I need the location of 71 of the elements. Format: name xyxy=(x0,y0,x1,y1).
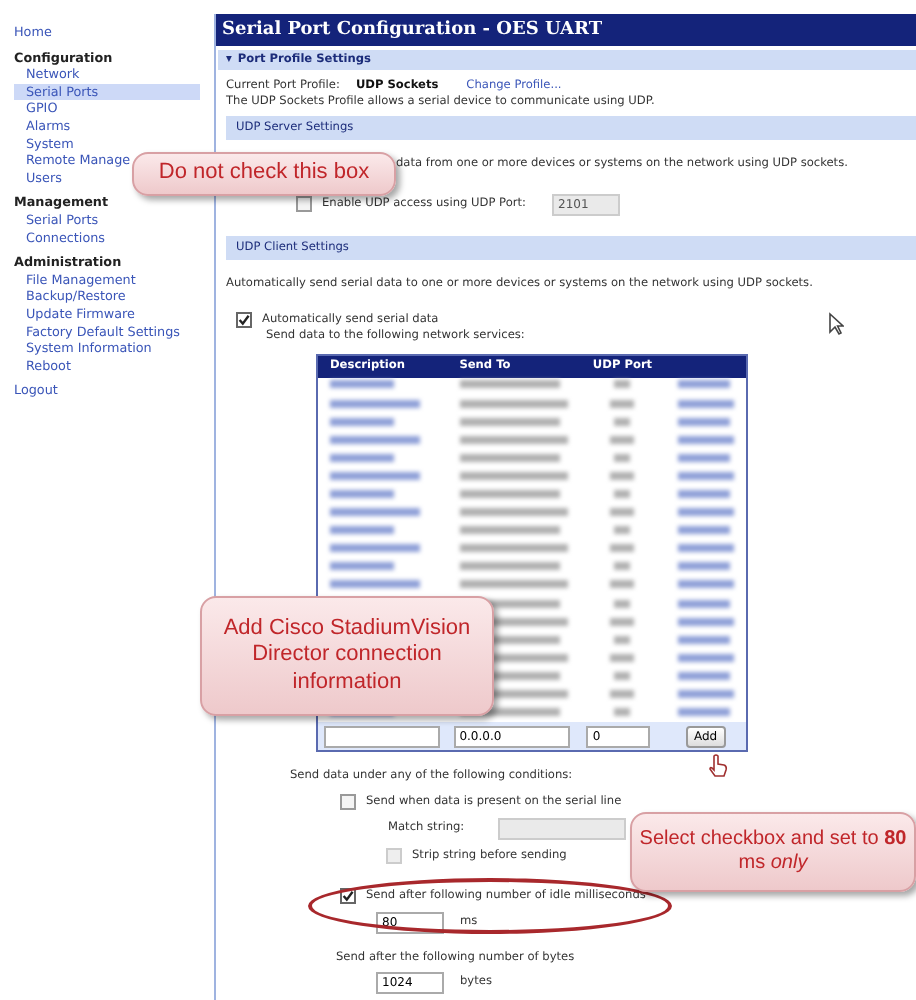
blurred-text xyxy=(459,435,568,444)
blurred-text xyxy=(677,544,734,553)
blurred-text xyxy=(459,562,560,571)
blurred-text xyxy=(459,471,568,480)
blurred-text xyxy=(330,399,420,408)
blurred-text xyxy=(459,417,560,426)
blurred-text xyxy=(677,617,734,626)
blurred-text xyxy=(614,599,631,608)
blurred-text xyxy=(614,490,631,499)
mouse-pointer-icon xyxy=(828,312,844,336)
blurred-text xyxy=(677,380,730,389)
blurred-text xyxy=(677,671,730,680)
checkbox[interactable] xyxy=(340,793,356,810)
blurred-text xyxy=(330,471,420,480)
blurred-text xyxy=(614,708,631,717)
blurred-text xyxy=(614,380,631,389)
blurred-text xyxy=(610,690,635,699)
blurred-text xyxy=(330,508,420,517)
blurred-text xyxy=(614,417,631,426)
blurred-text xyxy=(610,617,635,626)
callout-tooltip: Add Cisco StadiumVision Director connection information xyxy=(200,596,494,716)
blurred-text xyxy=(610,399,635,408)
blurred-text xyxy=(610,653,635,662)
blurred-text xyxy=(459,453,560,462)
blurred-text xyxy=(677,453,730,462)
input-field[interactable] xyxy=(324,725,440,748)
blurred-text xyxy=(610,471,635,480)
blurred-text xyxy=(677,435,734,444)
blurred-text xyxy=(459,380,560,389)
checkbox[interactable] xyxy=(236,312,252,328)
blurred-text xyxy=(330,526,394,535)
blurred-text xyxy=(677,562,730,571)
blurred-text xyxy=(677,399,734,408)
blurred-text xyxy=(330,417,394,426)
blurred-text xyxy=(330,580,420,589)
callout-tooltip: Select checkbox and set to 80 ms only xyxy=(630,812,916,892)
blurred-text xyxy=(677,690,734,699)
window-title: Serial Port Configuration - OES UART xyxy=(216,14,916,46)
blurred-text xyxy=(459,526,560,535)
blurred-text xyxy=(677,508,734,517)
blurred-text xyxy=(610,580,635,589)
blurred-text xyxy=(330,562,394,571)
blurred-text xyxy=(459,580,568,589)
blurred-text xyxy=(677,708,730,717)
blurred-text xyxy=(459,508,568,517)
blurred-text xyxy=(610,544,635,553)
blurred-text xyxy=(330,453,394,462)
blurred-text xyxy=(614,453,631,462)
blurred-text xyxy=(614,671,631,680)
blurred-text xyxy=(677,417,730,426)
checkbox[interactable] xyxy=(296,196,312,212)
blurred-text xyxy=(614,526,631,535)
blurred-text xyxy=(677,653,734,662)
blurred-text xyxy=(677,635,730,644)
blurred-text xyxy=(677,526,730,535)
blurred-text xyxy=(330,544,420,553)
blurred-text xyxy=(459,399,568,408)
blurred-text xyxy=(677,580,734,589)
blurred-text xyxy=(614,562,631,571)
blurred-text xyxy=(459,544,568,553)
blurred-text xyxy=(330,490,394,499)
callout-tooltip: Do not check this box xyxy=(132,152,396,196)
blurred-text xyxy=(330,435,420,444)
blurred-text xyxy=(677,599,730,608)
blurred-text xyxy=(677,490,730,499)
blurred-text xyxy=(330,380,394,389)
blurred-text xyxy=(614,635,631,644)
blurred-text xyxy=(459,490,560,499)
blurred-text xyxy=(677,471,734,480)
blurred-text xyxy=(610,508,635,517)
blurred-text xyxy=(610,435,635,444)
